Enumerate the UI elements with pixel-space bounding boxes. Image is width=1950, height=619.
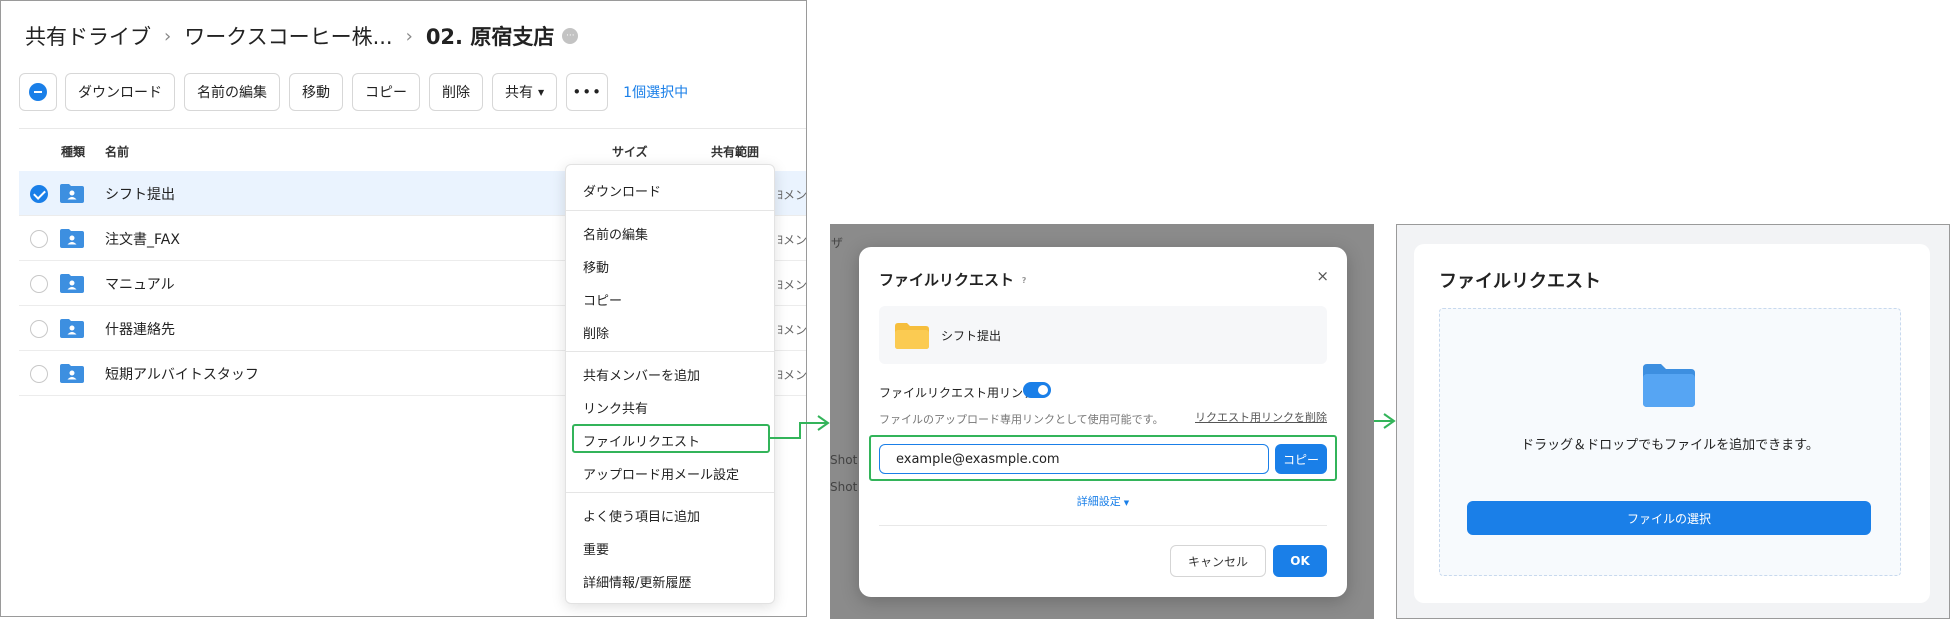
modal-title-text: ファイルリクエスト [879,271,1015,289]
upload-page-panel: ファイルリクエスト ドラッグ＆ドロップでもファイルを追加できます。 ファイルの選… [1396,224,1950,619]
toolbar: ダウンロード 名前の編集 移動 コピー 削除 共有 ▼ ••• 1個選択中 [19,73,688,111]
more-button[interactable]: ••• [566,73,609,111]
cancel-button[interactable]: キャンセル [1170,545,1266,577]
selected-count: 1個選択中 [623,85,689,101]
advanced-settings-label: 詳細設定 [1076,495,1121,508]
highlight-box [869,435,1337,481]
divider [879,525,1327,526]
column-header-name[interactable]: 名前 [105,143,129,160]
select-all-button[interactable] [19,73,57,111]
row-checkbox[interactable] [30,185,48,203]
caret-down-icon: ▼ [538,87,545,97]
breadcrumb-item-shared-drive[interactable]: 共有ドライブ [25,21,151,51]
divider [19,128,806,129]
shared-folder-icon [60,184,84,203]
menu-item-add-members[interactable]: 共有メンバーを追加 [583,365,700,384]
breadcrumb-item-current: 02. 原宿支店 [425,25,555,49]
link-toggle-label: ファイルリクエスト用リンク [879,386,1036,400]
column-header-type: 種類 [61,145,86,159]
close-icon[interactable]: × [1316,267,1329,285]
page-title: ファイルリクエスト [1439,271,1601,292]
row-checkbox[interactable] [30,230,48,248]
row-checkbox[interactable] [30,365,48,383]
shared-folder-icon [60,364,84,383]
drop-zone[interactable]: ドラッグ＆ドロップでもファイルを追加できます。 ファイルの選択 [1439,308,1901,576]
modal-title: ファイルリクエスト? [879,269,1030,290]
highlight-box [572,424,770,453]
background-text: Shot [830,453,858,467]
shared-folder-icon [60,229,84,248]
row-name: 短期アルバイトスタッフ [105,367,259,383]
link-toggle[interactable] [1023,382,1051,398]
download-button[interactable]: ダウンロード [65,73,175,111]
advanced-settings-toggle[interactable]: 詳細設定 ▼ [859,493,1347,509]
menu-divider [566,351,774,352]
row-checkbox[interactable] [30,320,48,338]
column-header-size[interactable]: サイズ [612,143,648,160]
breadcrumb: 共有ドライブ › ワークスコーヒー株... › 02. 原宿支店 ··· [25,21,579,51]
link-description: ファイルのアップロード専用リンクとして使用可能です。 [879,413,1164,426]
background-text: Shot [830,480,858,494]
row-name: 什器連絡先 [105,322,175,338]
row-scope: ﾖメン/ [777,278,807,292]
upload-card: ファイルリクエスト ドラッグ＆ドロップでもファイルを追加できます。 ファイルの選… [1414,244,1930,603]
select-file-button[interactable]: ファイルの選択 [1467,501,1871,535]
file-request-dialog-panel: ザ Shot Shot ファイルリクエスト? × シフト提出 ファイルリクエスト… [830,224,1374,619]
help-icon[interactable]: ? [1018,275,1030,287]
shared-folder-icon [60,319,84,338]
row-name: シフト提出 [105,187,175,203]
caret-down-icon: ▼ [1123,499,1130,507]
menu-item-copy[interactable]: コピー [583,290,622,309]
menu-item-favorite[interactable]: よく使う項目に追加 [583,506,700,525]
copy-button[interactable]: コピー [352,73,420,111]
menu-item-move[interactable]: 移動 [583,257,609,276]
delete-request-link[interactable]: リクエスト用リンクを削除 [1195,409,1327,425]
row-scope: ﾖメン/ [777,233,807,247]
menu-item-details-history[interactable]: 詳細情報/更新履歴 [583,572,691,591]
row-scope: ﾖメン/ [777,323,807,337]
chevron-right-icon: › [405,25,413,47]
share-button[interactable]: 共有 ▼ [492,73,558,111]
rename-button[interactable]: 名前の編集 [184,73,280,111]
menu-item-rename[interactable]: 名前の編集 [583,224,648,243]
menu-item-upload-mail[interactable]: アップロード用メール設定 [583,464,739,483]
move-button[interactable]: 移動 [289,73,343,111]
drop-instruction: ドラッグ＆ドロップでもファイルを追加できます。 [1521,438,1819,453]
context-menu: ダウンロード 名前の編集 移動 コピー 削除 共有メンバーを追加 リンク共有 フ… [565,164,775,604]
breadcrumb-item-company[interactable]: ワークスコーヒー株... [184,21,392,51]
selected-file-card: シフト提出 [879,306,1327,364]
deselect-icon [29,83,47,101]
row-name: 注文書_FAX [105,232,180,248]
delete-button[interactable]: 削除 [429,73,483,111]
folder-icon [1643,364,1695,407]
menu-item-link-share[interactable]: リンク共有 [583,398,648,417]
row-checkbox[interactable] [30,275,48,293]
more-options-icon[interactable]: ··· [562,28,579,44]
row-name: マニュアル [105,277,175,293]
menu-item-download[interactable]: ダウンロード [583,181,661,200]
background-text: ザ [831,236,844,250]
menu-item-important[interactable]: 重要 [583,539,609,558]
folder-icon [895,323,929,349]
column-header-scope: 共有範囲 [711,145,760,159]
chevron-right-icon: › [164,25,172,47]
file-name: シフト提出 [941,329,1002,343]
share-button-label: 共有 [505,85,533,101]
menu-divider [566,210,774,211]
menu-item-delete[interactable]: 削除 [583,323,609,342]
row-scope: ﾖメン/ [777,188,807,202]
row-scope: ﾖメン/ [777,368,807,382]
file-request-modal: ファイルリクエスト? × シフト提出 ファイルリクエスト用リンク ファイルのアッ… [859,247,1347,597]
file-browser-panel: 共有ドライブ › ワークスコーヒー株... › 02. 原宿支店 ··· ダウン… [0,0,807,617]
ok-button[interactable]: OK [1273,545,1327,577]
shared-folder-icon [60,274,84,293]
menu-divider [566,492,774,493]
